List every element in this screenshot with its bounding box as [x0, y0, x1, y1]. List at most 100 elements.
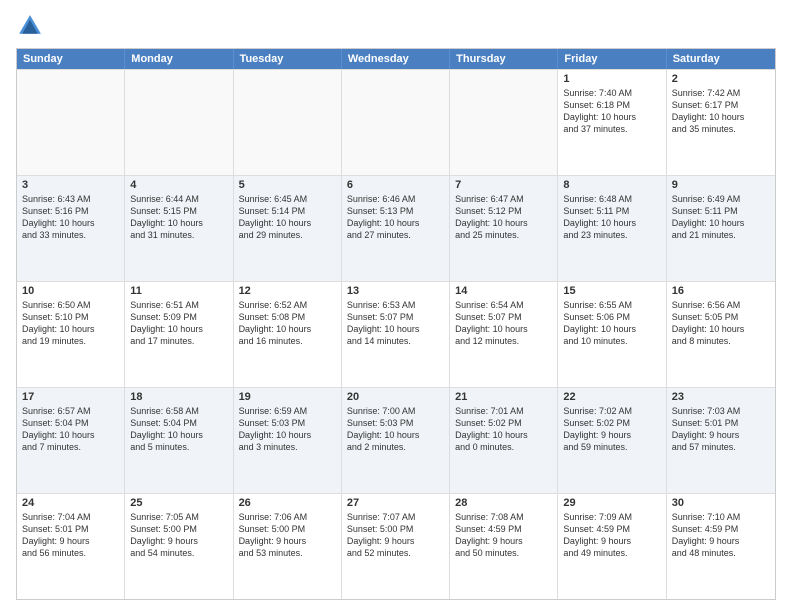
day-number: 24: [22, 497, 119, 509]
cell-info: Sunrise: 7:01 AM Sunset: 5:02 PM Dayligh…: [455, 405, 552, 454]
calendar-row: 17 Sunrise: 6:57 AM Sunset: 5:04 PM Dayli…: [17, 387, 775, 493]
cell-info: Sunrise: 7:07 AM Sunset: 5:00 PM Dayligh…: [347, 511, 444, 560]
calendar-cell: 1Sunrise: 7:40 AM Sunset: 6:18 PM Daylig…: [558, 70, 666, 175]
calendar-cell: 26 Sunrise: 7:06 AM Sunset: 5:00 PM Dayli…: [234, 494, 342, 599]
day-number: 19: [239, 391, 336, 403]
cell-info: Sunrise: 6:52 AM Sunset: 5:08 PM Dayligh…: [239, 299, 336, 348]
weekday-header-thursday: Thursday: [450, 49, 558, 69]
cell-info: Sunrise: 7:04 AM Sunset: 5:01 PM Dayligh…: [22, 511, 119, 560]
cell-info: Sunrise: 6:45 AM Sunset: 5:14 PM Dayligh…: [239, 193, 336, 242]
cell-info: Sunrise: 7:09 AM Sunset: 4:59 PM Dayligh…: [563, 511, 660, 560]
calendar-cell: 22 Sunrise: 7:02 AM Sunset: 5:02 PM Dayli…: [558, 388, 666, 493]
calendar-cell: [17, 70, 125, 175]
day-number: 26: [239, 497, 336, 509]
calendar-cell: 28 Sunrise: 7:08 AM Sunset: 4:59 PM Dayli…: [450, 494, 558, 599]
cell-info: Sunrise: 6:49 AM Sunset: 5:11 PM Dayligh…: [672, 193, 770, 242]
cell-info: Sunrise: 6:50 AM Sunset: 5:10 PM Dayligh…: [22, 299, 119, 348]
cell-info: Sunrise: 6:44 AM Sunset: 5:15 PM Dayligh…: [130, 193, 227, 242]
calendar-cell: 17 Sunrise: 6:57 AM Sunset: 5:04 PM Dayli…: [17, 388, 125, 493]
calendar-cell: 30 Sunrise: 7:10 AM Sunset: 4:59 PM Dayli…: [667, 494, 775, 599]
logo: [16, 12, 48, 40]
calendar: SundayMondayTuesdayWednesdayThursdayFrid…: [16, 48, 776, 600]
cell-info: Sunrise: 6:46 AM Sunset: 5:13 PM Dayligh…: [347, 193, 444, 242]
day-number: 3: [22, 179, 119, 191]
calendar-cell: 25 Sunrise: 7:05 AM Sunset: 5:00 PM Dayli…: [125, 494, 233, 599]
day-number: 25: [130, 497, 227, 509]
calendar-row: 10 Sunrise: 6:50 AM Sunset: 5:10 PM Dayli…: [17, 281, 775, 387]
day-number: 1: [563, 73, 660, 85]
cell-info: Sunrise: 6:53 AM Sunset: 5:07 PM Dayligh…: [347, 299, 444, 348]
cell-info: Sunrise: 6:48 AM Sunset: 5:11 PM Dayligh…: [563, 193, 660, 242]
day-number: 12: [239, 285, 336, 297]
calendar-cell: 18Sunrise: 6:58 AM Sunset: 5:04 PM Dayli…: [125, 388, 233, 493]
header: [16, 12, 776, 40]
cell-info: Sunrise: 6:54 AM Sunset: 5:07 PM Dayligh…: [455, 299, 552, 348]
calendar-cell: [125, 70, 233, 175]
cell-info: Sunrise: 7:05 AM Sunset: 5:00 PM Dayligh…: [130, 511, 227, 560]
day-number: 10: [22, 285, 119, 297]
weekday-header-sunday: Sunday: [17, 49, 125, 69]
calendar-body: 1Sunrise: 7:40 AM Sunset: 6:18 PM Daylig…: [17, 69, 775, 599]
calendar-cell: 10 Sunrise: 6:50 AM Sunset: 5:10 PM Dayli…: [17, 282, 125, 387]
calendar-cell: 5 Sunrise: 6:45 AM Sunset: 5:14 PM Daylig…: [234, 176, 342, 281]
day-number: 22: [563, 391, 660, 403]
calendar-cell: 2Sunrise: 7:42 AM Sunset: 6:17 PM Daylig…: [667, 70, 775, 175]
day-number: 29: [563, 497, 660, 509]
calendar-row: 1Sunrise: 7:40 AM Sunset: 6:18 PM Daylig…: [17, 69, 775, 175]
day-number: 13: [347, 285, 444, 297]
calendar-cell: [234, 70, 342, 175]
calendar-row: 3 Sunrise: 6:43 AM Sunset: 5:16 PM Daylig…: [17, 175, 775, 281]
day-number: 16: [672, 285, 770, 297]
weekday-header-wednesday: Wednesday: [342, 49, 450, 69]
calendar-cell: 16 Sunrise: 6:56 AM Sunset: 5:05 PM Dayli…: [667, 282, 775, 387]
calendar-cell: 23 Sunrise: 7:03 AM Sunset: 5:01 PM Dayli…: [667, 388, 775, 493]
weekday-header-tuesday: Tuesday: [234, 49, 342, 69]
calendar-cell: [450, 70, 558, 175]
day-number: 8: [563, 179, 660, 191]
weekday-header-friday: Friday: [558, 49, 666, 69]
day-number: 28: [455, 497, 552, 509]
cell-info: Sunrise: 6:47 AM Sunset: 5:12 PM Dayligh…: [455, 193, 552, 242]
weekday-header-monday: Monday: [125, 49, 233, 69]
day-number: 30: [672, 497, 770, 509]
day-number: 20: [347, 391, 444, 403]
cell-info: Sunrise: 7:02 AM Sunset: 5:02 PM Dayligh…: [563, 405, 660, 454]
cell-info: Sunrise: 6:59 AM Sunset: 5:03 PM Dayligh…: [239, 405, 336, 454]
calendar-cell: 15Sunrise: 6:55 AM Sunset: 5:06 PM Dayli…: [558, 282, 666, 387]
cell-info: Sunrise: 7:03 AM Sunset: 5:01 PM Dayligh…: [672, 405, 770, 454]
logo-icon: [16, 12, 44, 40]
calendar-cell: 9 Sunrise: 6:49 AM Sunset: 5:11 PM Daylig…: [667, 176, 775, 281]
calendar-cell: 20 Sunrise: 7:00 AM Sunset: 5:03 PM Dayli…: [342, 388, 450, 493]
day-number: 5: [239, 179, 336, 191]
calendar-cell: 14 Sunrise: 6:54 AM Sunset: 5:07 PM Dayli…: [450, 282, 558, 387]
day-number: 23: [672, 391, 770, 403]
cell-info: Sunrise: 6:43 AM Sunset: 5:16 PM Dayligh…: [22, 193, 119, 242]
cell-info: Sunrise: 7:06 AM Sunset: 5:00 PM Dayligh…: [239, 511, 336, 560]
calendar-cell: 3 Sunrise: 6:43 AM Sunset: 5:16 PM Daylig…: [17, 176, 125, 281]
calendar-cell: 19 Sunrise: 6:59 AM Sunset: 5:03 PM Dayli…: [234, 388, 342, 493]
day-number: 4: [130, 179, 227, 191]
cell-info: Sunrise: 7:42 AM Sunset: 6:17 PM Dayligh…: [672, 87, 770, 136]
day-number: 14: [455, 285, 552, 297]
calendar-cell: 12 Sunrise: 6:52 AM Sunset: 5:08 PM Dayli…: [234, 282, 342, 387]
cell-info: Sunrise: 7:00 AM Sunset: 5:03 PM Dayligh…: [347, 405, 444, 454]
calendar-cell: [342, 70, 450, 175]
calendar-cell: 21Sunrise: 7:01 AM Sunset: 5:02 PM Dayli…: [450, 388, 558, 493]
calendar-cell: 24 Sunrise: 7:04 AM Sunset: 5:01 PM Dayli…: [17, 494, 125, 599]
calendar-cell: 11Sunrise: 6:51 AM Sunset: 5:09 PM Dayli…: [125, 282, 233, 387]
cell-info: Sunrise: 7:08 AM Sunset: 4:59 PM Dayligh…: [455, 511, 552, 560]
day-number: 7: [455, 179, 552, 191]
cell-info: Sunrise: 7:10 AM Sunset: 4:59 PM Dayligh…: [672, 511, 770, 560]
day-number: 6: [347, 179, 444, 191]
cell-info: Sunrise: 6:57 AM Sunset: 5:04 PM Dayligh…: [22, 405, 119, 454]
calendar-cell: 13 Sunrise: 6:53 AM Sunset: 5:07 PM Dayli…: [342, 282, 450, 387]
calendar-cell: 27Sunrise: 7:07 AM Sunset: 5:00 PM Dayli…: [342, 494, 450, 599]
cell-info: Sunrise: 6:55 AM Sunset: 5:06 PM Dayligh…: [563, 299, 660, 348]
day-number: 17: [22, 391, 119, 403]
cell-info: Sunrise: 6:56 AM Sunset: 5:05 PM Dayligh…: [672, 299, 770, 348]
calendar-row: 24 Sunrise: 7:04 AM Sunset: 5:01 PM Dayli…: [17, 493, 775, 599]
day-number: 9: [672, 179, 770, 191]
calendar-cell: 7 Sunrise: 6:47 AM Sunset: 5:12 PM Daylig…: [450, 176, 558, 281]
calendar-header: SundayMondayTuesdayWednesdayThursdayFrid…: [17, 49, 775, 69]
page: SundayMondayTuesdayWednesdayThursdayFrid…: [0, 0, 792, 612]
